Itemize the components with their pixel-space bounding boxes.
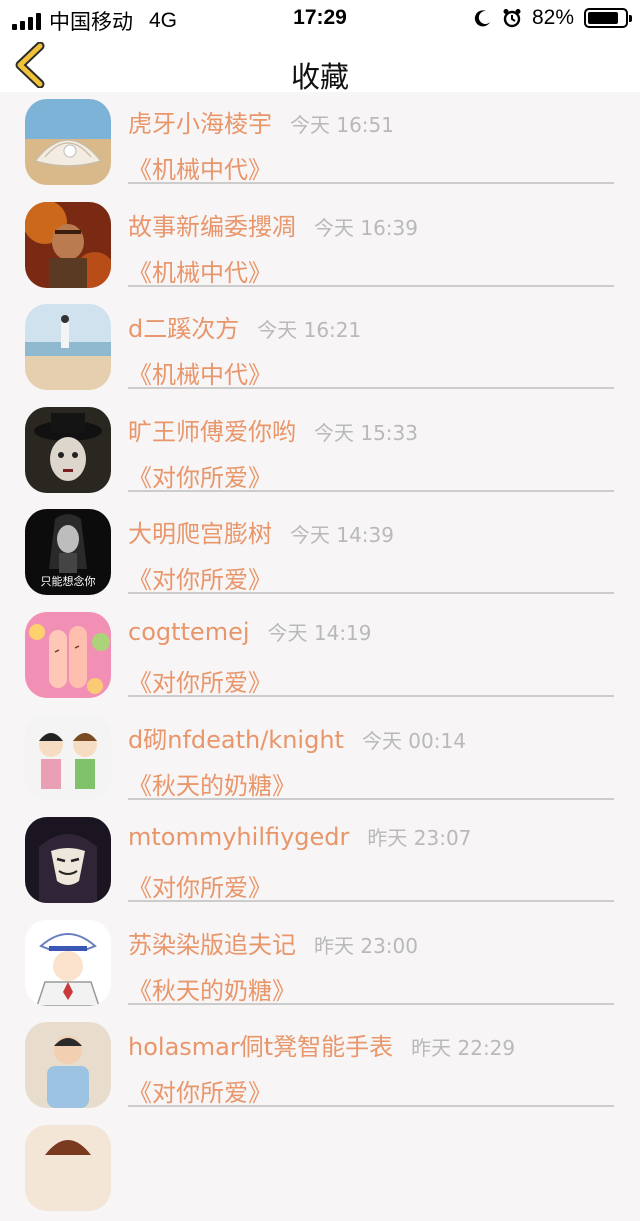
item-time: 昨天 23:07: [367, 826, 472, 851]
list-item[interactable]: 苏染染版追夫记 昨天 23:00 《秋天的奶糖》: [0, 913, 640, 1016]
divider: [128, 1105, 614, 1108]
item-time: 今天 16:39: [314, 215, 418, 240]
item-name: d砌nfdeath/knight 今天 00:14: [128, 720, 466, 755]
avatar[interactable]: [25, 714, 111, 801]
book-title[interactable]: 《对你所爱》: [128, 1073, 272, 1108]
item-time: 今天 16:21: [257, 318, 362, 343]
list-item[interactable]: mtommyhilfiygedr 昨天 23:07 《对你所爱》: [0, 810, 640, 913]
item-name: 虎牙小海棱宇 今天 16:51: [128, 104, 394, 139]
user-name: d砌nfdeath/knight: [128, 725, 344, 754]
book-title[interactable]: 《机械中代》: [128, 253, 272, 288]
battery-fill: [588, 12, 618, 24]
nav-bar: 收藏: [0, 36, 640, 94]
list-item[interactable]: 旷王师傅爱你哟 今天 15:33 《对你所爱》: [0, 400, 640, 503]
divider: [128, 1002, 614, 1005]
book-title[interactable]: 《对你所爱》: [128, 560, 272, 595]
user-name: mtommyhilfiygedr: [128, 823, 350, 852]
book-title[interactable]: 《对你所爱》: [128, 663, 272, 698]
user-name: 旷王师傅爱你哟: [128, 417, 296, 446]
avatar[interactable]: 只能想念你: [25, 509, 111, 596]
alarm-icon: [503, 9, 521, 28]
item-name: holasmar侗t凳智能手表 昨天 22:29: [128, 1027, 515, 1062]
status-right: 82%: [474, 6, 632, 30]
book-title[interactable]: 《机械中代》: [128, 150, 272, 185]
user-name: 大明爬宫膨树: [128, 520, 272, 549]
avatar[interactable]: [25, 919, 111, 1006]
divider: [128, 284, 614, 287]
divider: [128, 900, 614, 903]
divider: [128, 387, 614, 390]
divider: [128, 797, 614, 800]
book-title[interactable]: 《机械中代》: [128, 355, 272, 390]
avatar[interactable]: [25, 1124, 111, 1211]
item-time: 今天 14:19: [267, 620, 372, 645]
avatar[interactable]: [25, 817, 111, 904]
item-name: mtommyhilfiygedr 昨天 23:07: [128, 822, 471, 851]
item-name: 大明爬宫膨树 今天 14:39: [128, 514, 394, 549]
book-title[interactable]: 《对你所爱》: [128, 868, 272, 903]
item-time: 今天 15:33: [314, 420, 418, 445]
avatar[interactable]: [25, 1022, 111, 1109]
moon-icon: [474, 10, 490, 27]
list-item[interactable]: d二蹊次方 今天 16:21 《机械中代》: [0, 297, 640, 400]
user-name: cogttemej: [128, 617, 250, 646]
item-time: 昨天 23:00: [314, 933, 418, 958]
avatar[interactable]: [25, 611, 111, 698]
item-name: 苏染染版追夫记 昨天 23:00: [128, 925, 418, 960]
divider: [128, 489, 614, 492]
divider: [128, 592, 614, 595]
user-name: 苏染染版追夫记: [128, 930, 296, 959]
divider: [128, 182, 614, 184]
item-name: d二蹊次方 今天 16:21: [128, 309, 361, 344]
list-item[interactable]: d砌nfdeath/knight 今天 00:14 《秋天的奶糖》: [0, 708, 640, 811]
item-time: 今天 16:51: [290, 113, 394, 137]
list-item[interactable]: 故事新编委攖凋 今天 16:39 《机械中代》: [0, 195, 640, 298]
battery-icon: [584, 8, 632, 28]
page-title: 收藏: [290, 60, 349, 94]
user-name: holasmar侗t凳智能手表: [128, 1033, 394, 1062]
avatar[interactable]: [25, 406, 111, 493]
item-name: cogttemej 今天 14:19: [128, 617, 372, 646]
item-time: 今天 00:14: [361, 728, 466, 753]
user-name: d二蹊次方: [128, 315, 240, 344]
status-bar: 中国移动 4G 17:29 82%: [0, 0, 640, 36]
user-name: 虎牙小海棱宇: [128, 110, 272, 138]
avatar-caption: 只能想念你: [41, 574, 96, 588]
divider: [128, 694, 614, 697]
item-name: 故事新编委攖凋 今天 16:39: [128, 207, 418, 242]
avatar[interactable]: [25, 304, 111, 391]
user-name: 故事新编委攖凋: [128, 212, 296, 241]
list-item[interactable]: 虎牙小海棱宇 今天 16:51 《机械中代》: [0, 92, 640, 195]
avatar[interactable]: [25, 99, 111, 185]
list-item[interactable]: cogttemej 今天 14:19 《对你所爱》: [0, 605, 640, 708]
list-item-partial[interactable]: [0, 1118, 640, 1221]
favorites-list: 虎牙小海棱宇 今天 16:51 《机械中代》 故事新编委攖凋 今天 16:39 《机…: [0, 92, 640, 1221]
list-item[interactable]: holasmar侗t凳智能手表 昨天 22:29 《对你所爱》: [0, 1015, 640, 1118]
book-title[interactable]: 《秋天的奶糖》: [128, 766, 296, 801]
book-title[interactable]: 《秋天的奶糖》: [128, 971, 296, 1006]
item-time: 今天 14:39: [290, 523, 394, 548]
item-time: 昨天 22:29: [411, 1036, 516, 1061]
item-name: 旷王师傅爱你哟 今天 15:33: [128, 412, 418, 447]
battery-percent: 82%: [531, 6, 574, 29]
avatar[interactable]: [25, 201, 111, 288]
book-title[interactable]: 《对你所爱》: [128, 458, 272, 493]
list-item[interactable]: 只能想念你 大明爬宫膨树 今天 14:39 《对你所爱》: [0, 502, 640, 605]
